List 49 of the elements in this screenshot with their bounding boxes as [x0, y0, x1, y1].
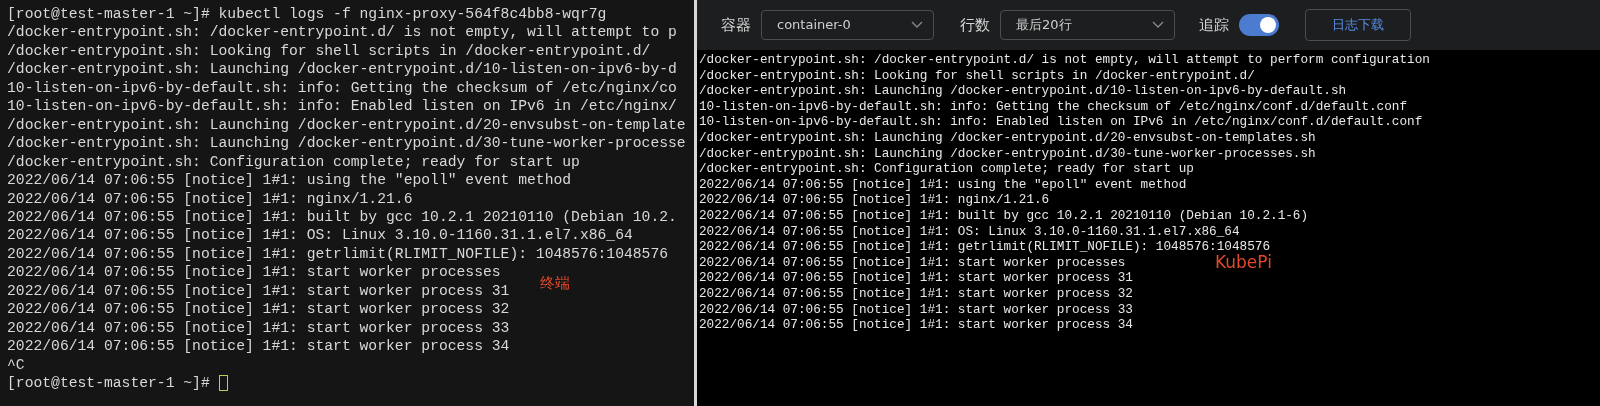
dropdown-select[interactable]: 最后20行	[1000, 10, 1175, 40]
log-line: 10-listen-on-ipv6-by-default.sh: info: Enabled listen on IPv6 in /etc/nginx/conf.d/default.conf	[699, 114, 1423, 130]
terminal-line: 2022/06/14 07:06:55 [notice] 1#1: start worker process 34	[7, 337, 510, 356]
terminal-line: 2022/06/14 07:06:55 [notice] 1#1: OS: Linux 3.10.0-1160.31.1.el7.x86_64	[7, 226, 633, 245]
log-line: 2022/06/14 07:06:55 [notice] 1#1: start worker process 32	[699, 285, 1133, 302]
log-line: /docker-entrypoint.sh: Launching /docker-entrypoint.d/20-envsubst-on-templates.sh	[699, 129, 1316, 146]
log-line: 10-listen-on-ipv6-by-default.sh: info: Getting the checksum of /etc/nginx/conf.d/default.conf	[699, 98, 1408, 115]
chevron-down-icon	[1152, 21, 1164, 29]
log-line: 2022/06/14 07:06:55 [notice] 1#1: nginx/1.21.6	[699, 192, 1050, 208]
terminal-prompt: [root@test-master-1 ~]#	[7, 374, 210, 393]
log-line: /docker-entrypoint.sh: Launching /docker-entrypoint.d/10-listen-on-ipv6-by-default.sh	[699, 83, 1347, 99]
log-line: 2022/06/14 07:06:55 [notice] 1#1: OS: Linux 3.10.0-1160.31.1.el7.x86_64	[699, 223, 1240, 240]
terminal-line: 2022/06/14 07:06:55 [notice] 1#1: start worker process 32	[7, 300, 510, 319]
terminal-line: /docker-entrypoint.sh: Looking for shell scripts in /docker-entrypoint.d/	[7, 41, 651, 61]
terminal-line: 2022/06/14 07:06:55 [notice] 1#1: start worker process 33	[7, 318, 510, 338]
download-button[interactable]: 日志下载	[1305, 9, 1411, 41]
field-label: 追踪	[1199, 14, 1229, 36]
terminal-line: 2022/06/14 07:06:55 [notice] 1#1: built by gcc 10.2.1 20210110 (Debian 10.2.	[7, 208, 677, 227]
toggle-switch[interactable]	[1239, 14, 1279, 36]
log-line: /docker-entrypoint.sh: Configuration complete; ready for start up	[699, 161, 1194, 177]
terminal-line: /docker-entrypoint.sh: Configuration complete; ready for start up	[7, 152, 580, 172]
caption: 终端	[540, 274, 570, 293]
log-line: 2022/06/14 07:06:55 [notice] 1#1: start worker process 33	[699, 301, 1133, 318]
log-line: 2022/06/14 07:06:55 [notice] 1#1: using the "epoll" event method	[699, 176, 1187, 193]
terminal-line: [root@test-master-1 ~]# kubectl logs -f nginx-proxy-564f8c4bb8-wqr7g	[7, 5, 607, 24]
log-line: /docker-entrypoint.sh: Looking for shell scripts in /docker-entrypoint.d/	[699, 67, 1255, 84]
terminal-line: 2022/06/14 07:06:55 [notice] 1#1: start worker process 31	[7, 281, 510, 301]
terminal-line: 10-listen-on-ipv6-by-default.sh: info: Enabled listen on IPv6 in /etc/nginx/	[7, 97, 677, 116]
field-label: 行数	[960, 14, 990, 36]
dropdown-select[interactable]: container-0	[761, 10, 934, 40]
terminal-line: /docker-entrypoint.sh: Launching /docker-entrypoint.d/30-tune-worker-processe	[7, 134, 686, 153]
log-line: 2022/06/14 07:06:55 [notice] 1#1: start worker process 34	[699, 317, 1133, 333]
log-line: /docker-entrypoint.sh: Launching /docker-entrypoint.d/30-tune-worker-processes.sh	[699, 145, 1316, 162]
terminal-line: ^C	[7, 355, 25, 375]
terminal-line: 2022/06/14 07:06:55 [notice] 1#1: getrlimit(RLIMIT_NOFILE): 1048576:1048576	[7, 244, 669, 264]
cursor-icon	[218, 375, 228, 392]
log-line: 2022/06/14 07:06:55 [notice] 1#1: start worker process 31	[699, 270, 1133, 286]
log-line: 2022/06/14 07:06:55 [notice] 1#1: built by gcc 10.2.1 20210110 (Debian 10.2.1-6)	[699, 207, 1309, 224]
terminal-line: /docker-entrypoint.sh: Launching /docker-entrypoint.d/10-listen-on-ipv6-by-d	[7, 60, 677, 79]
terminal-line: 2022/06/14 07:06:55 [notice] 1#1: start worker processes	[7, 263, 501, 282]
terminal-line: 2022/06/14 07:06:55 [notice] 1#1: using the "epoll" event method	[7, 171, 572, 190]
log-line: /docker-entrypoint.sh: /docker-entrypoint.d/ is not empty, will attempt to perform configuration	[699, 52, 1430, 68]
log-line: 2022/06/14 07:06:55 [notice] 1#1: start worker processes	[699, 254, 1126, 271]
terminal-line: /docker-entrypoint.sh: Launching /docker-entrypoint.d/20-envsubst-on-template	[7, 115, 686, 135]
terminal-line: 10-listen-on-ipv6-by-default.sh: info: Getting the checksum of /etc/nginx/co	[7, 78, 677, 98]
chevron-down-icon	[911, 21, 923, 29]
field-label: 容器	[721, 14, 751, 36]
terminal-line: 2022/06/14 07:06:55 [notice] 1#1: nginx/1.21.6	[7, 189, 413, 208]
terminal-line: /docker-entrypoint.sh: /docker-entrypoint.d/ is not empty, will attempt to p	[7, 23, 677, 42]
